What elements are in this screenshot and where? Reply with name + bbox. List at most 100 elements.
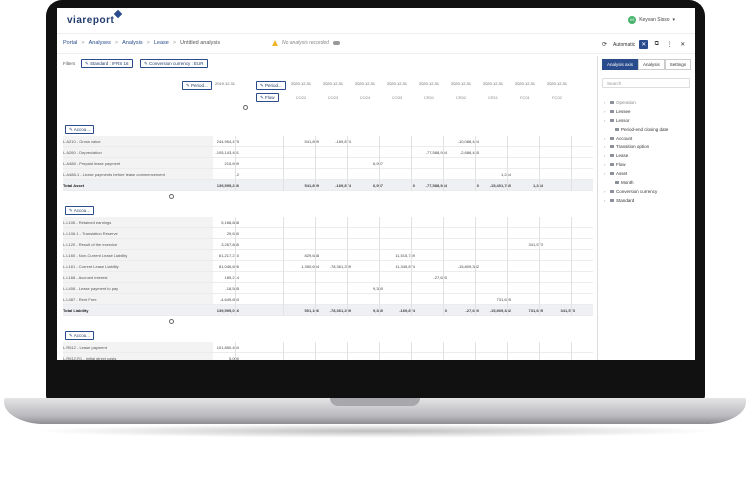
chevron-right-icon[interactable]: › (604, 162, 608, 167)
gear-icon[interactable] (169, 319, 174, 324)
row-label: L.L160 - Non-Current Lease Liability (63, 253, 128, 258)
row-label: L.L168 - Accrued interest (63, 275, 108, 280)
chevron-right-icon[interactable]: › (604, 100, 608, 105)
toolbar-right: ⟳ Automatic ✕ ⧉ ⋮ ✕ (600, 40, 687, 49)
column-divider (443, 217, 444, 316)
breadcrumb-lease[interactable]: Lease (154, 40, 169, 46)
refresh-icon[interactable]: ⟳ (600, 40, 609, 49)
user-menu[interactable]: KS Keyvan Sisso ▾ (628, 16, 675, 24)
column-divider (539, 136, 540, 191)
breadcrumb-analyses[interactable]: Analyses (89, 40, 111, 46)
breadcrumb-current[interactable]: Untitled analysis (180, 40, 220, 46)
chevron-right-icon[interactable]: › (604, 198, 608, 203)
folder-icon (610, 136, 614, 140)
pivot-button-label: Period... (191, 83, 208, 88)
folder-icon (610, 100, 614, 104)
column-header-date: 2020.12.31 (546, 81, 568, 86)
chevron-right-icon[interactable]: › (604, 171, 608, 176)
period-pivot-button-2[interactable]: ✎ Period... (256, 81, 286, 90)
column-divider (475, 342, 476, 360)
column-divider (571, 217, 572, 316)
breadcrumb-analysis[interactable]: Analysis (122, 40, 142, 46)
row-label: L.L161 - Current Lease Liability (63, 264, 119, 269)
column-divider (571, 136, 572, 191)
column-divider (411, 342, 412, 360)
axis-tree-label: Lease (616, 153, 629, 159)
column-divider (315, 217, 316, 316)
panel-search-input[interactable]: Search (602, 78, 690, 88)
breadcrumb-separator: > (146, 40, 150, 46)
folder-icon (615, 127, 619, 131)
axis-tree-label: Operation (616, 99, 636, 105)
cloud-icon[interactable] (332, 41, 340, 45)
folder-icon (610, 145, 614, 149)
axis-tree-label: Period-end closing date (621, 126, 669, 132)
axis-tree-item[interactable]: › Lessee (604, 107, 668, 116)
chevron-right-icon[interactable]: › (604, 153, 608, 158)
axis-tree-item[interactable]: › Lessor (604, 116, 668, 125)
chevron-right-icon[interactable]: › (604, 136, 608, 141)
period-pivot-button[interactable]: ✎ Period... (182, 81, 212, 90)
axis-tree-item[interactable]: › Standard (604, 196, 668, 205)
axis-tree-item[interactable]: › Transition option (604, 142, 668, 151)
axis-tree-item[interactable]: Period-end closing date (604, 125, 668, 134)
table-row: L.R612 - Lease payment 101,850,494 (63, 342, 593, 353)
table-row: L.L168 - Accrued interest 189,214 -27,620 (63, 272, 593, 283)
close-button[interactable]: ✕ (678, 40, 687, 49)
axis-tree-item[interactable]: › Account (604, 134, 668, 143)
automatic-label[interactable]: Automatic (613, 42, 635, 48)
axis-tree-item[interactable]: › Lease (604, 151, 668, 160)
account-pivot-button[interactable]: ✎ Accou... (65, 125, 95, 134)
chevron-right-icon[interactable]: › (604, 109, 608, 114)
analysis-status: No analysis recorded (272, 40, 340, 46)
table-row: L.L106 - Retained earnings 5,168,888 (63, 217, 593, 228)
account-pivot-button[interactable]: ✎ Accou... (65, 331, 95, 340)
axis-tree-label: Lessee (616, 108, 631, 114)
column-divider (443, 342, 444, 360)
account-pivot-button[interactable]: ✎ Accou... (65, 206, 95, 215)
breadcrumb: Portal > Analyses > Analysis > Lease > U… (63, 40, 220, 46)
viareport-logo[interactable]: viareport (67, 15, 114, 26)
top-bar: viareport KS Keyvan Sisso ▾ (57, 8, 695, 34)
filter-chip-currency[interactable]: ✎ Conversion currency : EUR (140, 59, 208, 68)
more-menu-button[interactable]: ⋮ (665, 40, 674, 49)
axis-tree-item[interactable]: › Asset (604, 169, 668, 178)
breadcrumb-bar: Portal > Analyses > Analysis > Lease > U… (57, 34, 695, 54)
breadcrumb-portal[interactable]: Portal (63, 40, 77, 46)
chevron-right-icon[interactable]: › (604, 118, 608, 123)
gear-icon[interactable] (243, 105, 248, 110)
axis-tree: › Operation › Lessee › Lessor Period-end closi… (604, 98, 668, 205)
column-divider (379, 342, 380, 360)
axis-tree-item[interactable]: › Flow (604, 160, 668, 169)
copy-button[interactable]: ⧉ (652, 40, 661, 49)
folder-icon (610, 163, 614, 167)
column-header-date: 2019.12.31 (214, 81, 236, 86)
row-label: L.R612 - Lease payment (63, 345, 107, 350)
column-divider (283, 342, 284, 360)
column-header-code: FC02 (552, 95, 562, 100)
tab-settings[interactable]: Settings (664, 59, 692, 70)
chevron-right-icon[interactable]: › (604, 144, 608, 149)
axis-tree-label: Account (616, 135, 633, 141)
column-divider (507, 342, 508, 360)
row-label: L.A210 - Gross value (63, 139, 101, 144)
flow-pivot-button[interactable]: ✎ Flow (256, 93, 279, 102)
axis-tree-item[interactable]: Month (604, 178, 668, 187)
column-divider (539, 342, 540, 360)
filter-chip-standard[interactable]: ✎ Standard : IFRS 16 (81, 59, 133, 68)
axis-tree-item[interactable]: › Conversion currency (604, 187, 668, 196)
collapse-button[interactable]: ✕ (639, 40, 649, 49)
tab-analysis-axis[interactable]: Analysis axis (602, 59, 639, 70)
chevron-right-icon[interactable]: › (604, 189, 608, 194)
column-divider (347, 342, 348, 360)
axis-tree-item[interactable]: › Operation (604, 98, 668, 107)
column-header-date: 2020.12.31 (322, 81, 344, 86)
table-row: L.L487 - Rent Free -4,649,853 731,625 (63, 294, 593, 305)
axis-tree-label: Standard (616, 197, 635, 203)
filter-bar: Filters ✎ Standard : IFRS 16 ✎ Conversio… (57, 56, 597, 70)
row-label: Total Asset (63, 183, 85, 188)
tab-analysis[interactable]: Analysis (638, 59, 665, 70)
gear-icon[interactable] (169, 194, 174, 199)
column-header-code: CR02 (455, 95, 467, 100)
column-header-code: CO33 (391, 95, 403, 100)
